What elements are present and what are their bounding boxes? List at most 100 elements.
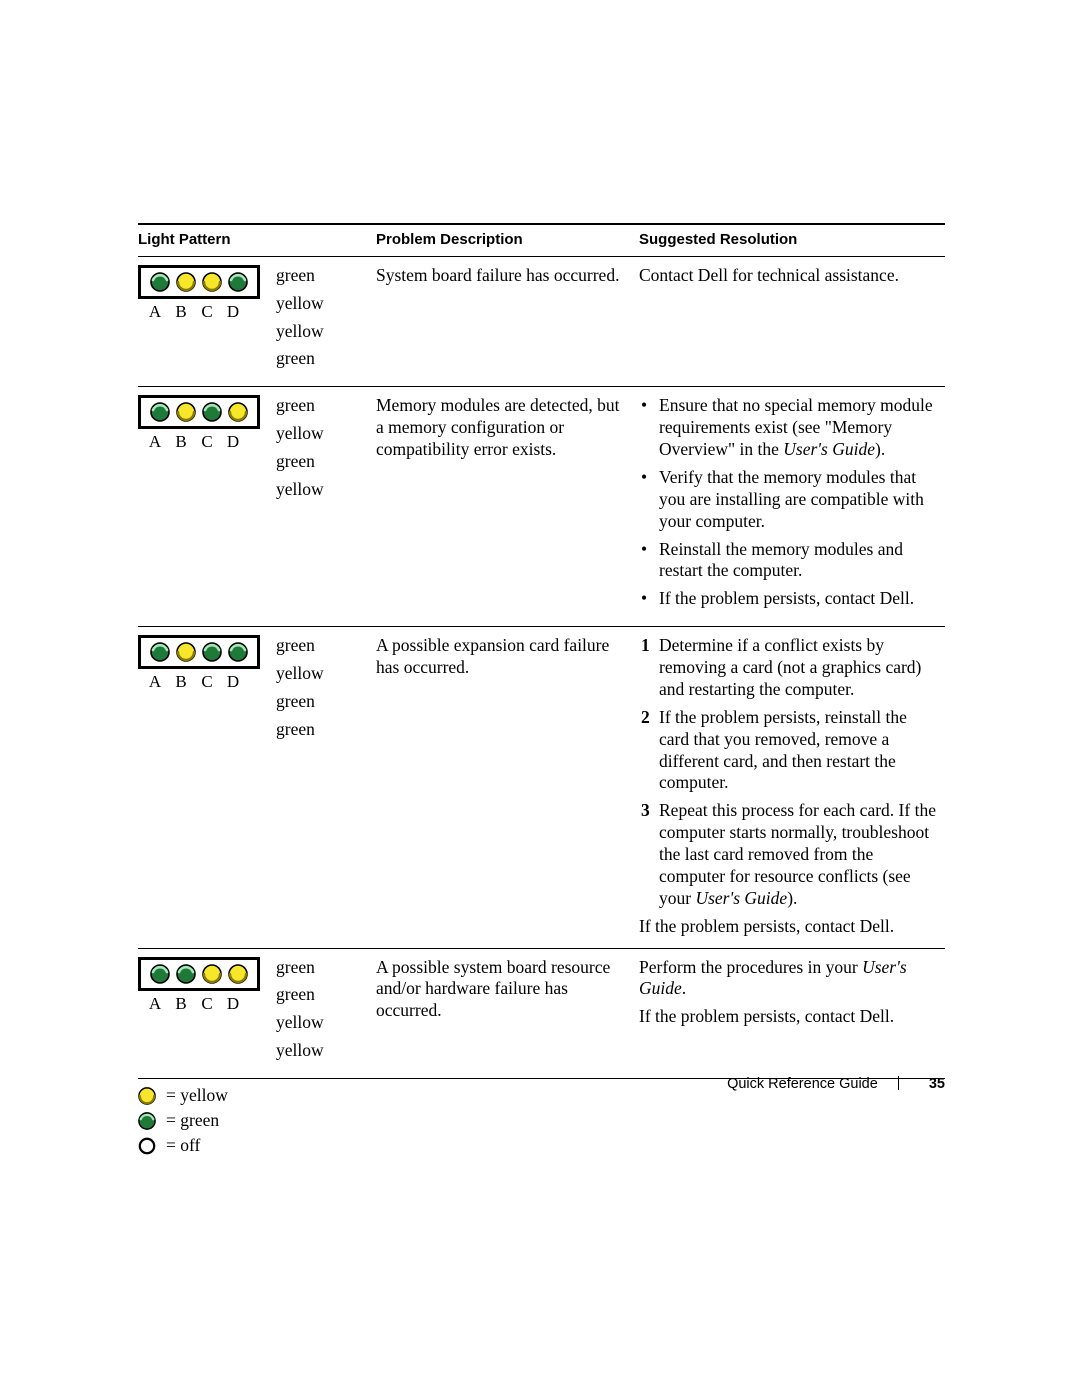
legend: = yellow = green = off bbox=[138, 1085, 945, 1156]
code-text: yellow bbox=[276, 293, 368, 315]
cell-problem-description: A possible expansion card failure has oc… bbox=[376, 627, 639, 948]
resolution-bullet: Verify that the memory modules that you … bbox=[655, 467, 937, 533]
light-block bbox=[138, 395, 260, 429]
led-C-icon bbox=[202, 964, 222, 984]
diagnostic-lights-table: Light Pattern Problem Description Sugges… bbox=[138, 223, 945, 1079]
led-label: A bbox=[142, 993, 168, 1014]
header-suggested-resolution: Suggested Resolution bbox=[639, 224, 945, 256]
code-text: yellow bbox=[276, 1040, 368, 1062]
code-text: green bbox=[276, 719, 368, 741]
led-label: B bbox=[168, 431, 194, 452]
code-text: green bbox=[276, 691, 368, 713]
led-label: D bbox=[220, 671, 246, 692]
light-block bbox=[138, 957, 260, 991]
table-row: ABCDgreengreenyellowyellowA possible sys… bbox=[138, 948, 945, 1079]
led-D-icon bbox=[228, 642, 248, 662]
legend-text: = off bbox=[166, 1135, 200, 1156]
code-text: green bbox=[276, 984, 368, 1006]
code-text: yellow bbox=[276, 1012, 368, 1034]
led-label: C bbox=[194, 671, 220, 692]
table-row: ABCDgreenyellowyellowgreenSystem board f… bbox=[138, 256, 945, 387]
legend-yellow-icon bbox=[138, 1087, 156, 1105]
led-label: D bbox=[220, 993, 246, 1014]
cell-suggested-resolution: Ensure that no special memory module req… bbox=[639, 387, 945, 627]
resolution-bullet: If the problem persists, contact Dell. bbox=[655, 588, 937, 610]
led-label: B bbox=[168, 671, 194, 692]
led-label: A bbox=[142, 671, 168, 692]
code-text: green bbox=[276, 957, 368, 979]
legend-row: = green bbox=[138, 1110, 945, 1131]
code-text: yellow bbox=[276, 321, 368, 343]
led-label: C bbox=[194, 993, 220, 1014]
cell-light-codes: green yellow green yellow bbox=[276, 387, 376, 627]
cell-light-codes: green yellow green green bbox=[276, 627, 376, 948]
resolution-step: Determine if a conflict exists by removi… bbox=[655, 635, 937, 701]
footer-page-number: 35 bbox=[929, 1076, 945, 1092]
led-C-icon bbox=[202, 642, 222, 662]
led-label: D bbox=[220, 431, 246, 452]
table-row: ABCDgreenyellowgreengreenA possible expa… bbox=[138, 627, 945, 948]
led-labels-row: ABCD bbox=[138, 431, 268, 452]
resolution-line: Perform the procedures in your User's Gu… bbox=[639, 957, 937, 1001]
code-text: green bbox=[276, 635, 368, 657]
footer-title: Quick Reference Guide bbox=[727, 1076, 878, 1092]
code-text: yellow bbox=[276, 479, 368, 501]
led-D-icon bbox=[228, 402, 248, 422]
led-A-icon bbox=[150, 964, 170, 984]
led-C-icon bbox=[202, 272, 222, 292]
header-problem-description: Problem Description bbox=[376, 224, 639, 256]
code-text: yellow bbox=[276, 423, 368, 445]
resolution-bullet: Ensure that no special memory module req… bbox=[655, 395, 937, 461]
led-labels-row: ABCD bbox=[138, 993, 268, 1014]
footer-separator bbox=[898, 1076, 899, 1090]
cell-suggested-resolution: Contact Dell for technical assistance. bbox=[639, 256, 945, 387]
cell-problem-description: Memory modules are detected, but a memor… bbox=[376, 387, 639, 627]
legend-off-icon bbox=[138, 1137, 156, 1155]
led-B-icon bbox=[176, 272, 196, 292]
code-text: green bbox=[276, 451, 368, 473]
led-D-icon bbox=[228, 964, 248, 984]
led-B-icon bbox=[176, 964, 196, 984]
code-text: green bbox=[276, 265, 368, 287]
led-A-icon bbox=[150, 642, 170, 662]
cell-problem-description: A possible system board resource and/or … bbox=[376, 948, 639, 1079]
page-footer: Quick Reference Guide 35 bbox=[727, 1076, 945, 1092]
code-text: green bbox=[276, 348, 368, 370]
led-B-icon bbox=[176, 402, 196, 422]
cell-suggested-resolution: Determine if a conflict exists by removi… bbox=[639, 627, 945, 948]
legend-text: = yellow bbox=[166, 1085, 228, 1106]
resolution-trailer: If the problem persists, contact Dell. bbox=[639, 916, 937, 938]
resolution-line: If the problem persists, contact Dell. bbox=[639, 1006, 937, 1028]
led-label: D bbox=[220, 301, 246, 322]
led-labels-row: ABCD bbox=[138, 301, 268, 322]
cell-light-pattern: ABCD bbox=[138, 948, 276, 1079]
light-block bbox=[138, 265, 260, 299]
led-label: A bbox=[142, 431, 168, 452]
resolution-bullet: Reinstall the memory modules and restart… bbox=[655, 539, 937, 583]
cell-suggested-resolution: Perform the procedures in your User's Gu… bbox=[639, 948, 945, 1079]
led-label: C bbox=[194, 301, 220, 322]
code-text: green bbox=[276, 395, 368, 417]
resolution-step: If the problem persists, reinstall the c… bbox=[655, 707, 937, 795]
cell-light-pattern: ABCD bbox=[138, 387, 276, 627]
light-block bbox=[138, 635, 260, 669]
resolution-step: Repeat this process for each card. If th… bbox=[655, 800, 937, 909]
table-row: ABCD green yellow green yellow Memory modules… bbox=[138, 387, 945, 627]
led-labels-row: ABCD bbox=[138, 671, 268, 692]
led-A-icon bbox=[150, 402, 170, 422]
led-label: B bbox=[168, 993, 194, 1014]
table-header-row: Light Pattern Problem Description Sugges… bbox=[138, 224, 945, 256]
legend-green-icon bbox=[138, 1112, 156, 1130]
code-text: yellow bbox=[276, 663, 368, 685]
led-D-icon bbox=[228, 272, 248, 292]
legend-row: = off bbox=[138, 1135, 945, 1156]
led-label: A bbox=[142, 301, 168, 322]
led-A-icon bbox=[150, 272, 170, 292]
legend-text: = green bbox=[166, 1110, 219, 1131]
cell-light-pattern: ABCD bbox=[138, 627, 276, 948]
led-label: B bbox=[168, 301, 194, 322]
led-B-icon bbox=[176, 642, 196, 662]
cell-problem-description: System board failure has occurred. bbox=[376, 256, 639, 387]
cell-light-codes: green green yellow yellow bbox=[276, 948, 376, 1079]
cell-light-pattern: ABCD bbox=[138, 256, 276, 387]
